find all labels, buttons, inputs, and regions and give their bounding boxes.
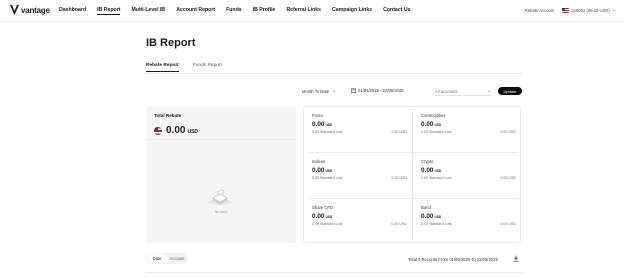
product-subline: 0.00 Standard Lots 0.00 USD bbox=[312, 130, 407, 134]
product-lots: 0.00 Standard Lots bbox=[312, 130, 343, 134]
nav-item-referral-links[interactable]: Referral Links bbox=[286, 7, 321, 15]
product-amount-unit: USD bbox=[434, 169, 442, 173]
product-amount-unit: USD bbox=[434, 123, 442, 127]
total-rebate-value: 0.00 bbox=[166, 125, 186, 136]
product-card-commodities: Commodities 0.00 USD 0.00 Standard Lots … bbox=[413, 107, 521, 152]
product-amount-value: 0.00 bbox=[312, 167, 325, 174]
chevron-down-icon: ⌄ bbox=[486, 88, 491, 94]
nav-item-funds[interactable]: Funds bbox=[226, 7, 242, 15]
product-subline: 0.00 Standard Lots 0.00 USD bbox=[312, 222, 407, 226]
product-usd: 0.00 USD bbox=[500, 176, 516, 180]
product-subline: 0.00 Standard Lots 0.00 USD bbox=[421, 176, 516, 180]
nav-item-campaign-links[interactable]: Campaign Links bbox=[332, 7, 372, 15]
product-name: Indices bbox=[312, 159, 326, 164]
tab-rebate-report[interactable]: Rebate Report bbox=[146, 63, 179, 72]
product-amount: 0.00 USD bbox=[421, 167, 521, 174]
us-flag-icon bbox=[154, 126, 162, 135]
product-card-indices: Indices 0.00 USD 0.00 Standard Lots 0.00… bbox=[304, 153, 412, 198]
product-card-share-cfd: Share CFD 0.00 USD 0.00 Standard Lots 0.… bbox=[304, 199, 412, 244]
panel-divider bbox=[146, 139, 296, 140]
total-rebate-panel: Total Rebate 0.00 USD No data bbox=[146, 106, 296, 243]
product-name: Bond bbox=[421, 205, 431, 210]
toggle-date[interactable]: Date bbox=[147, 254, 167, 263]
product-usd: 0.00 USD bbox=[500, 130, 516, 134]
vantage-logo-icon bbox=[10, 5, 19, 15]
no-data-icon bbox=[209, 189, 231, 205]
nav-item-account-report[interactable]: Account Report bbox=[176, 7, 215, 15]
product-lots: 0.00 Standard Lots bbox=[421, 130, 452, 134]
total-rebate-currency: USD bbox=[187, 129, 199, 135]
date-range-value: 01/05/2025 - 22/05/2025 bbox=[358, 88, 404, 93]
accounts-select[interactable]: All accounts ⌄ bbox=[435, 88, 491, 96]
nav-item-contact-us[interactable]: Contact Us bbox=[383, 7, 410, 15]
product-name: Forex bbox=[312, 113, 323, 118]
product-usd: 0.00 USD bbox=[391, 222, 407, 226]
product-amount-unit: USD bbox=[325, 123, 333, 127]
product-amount-value: 0.00 bbox=[421, 213, 434, 220]
product-subline: 0.00 Standard Lots 0.00 USD bbox=[421, 130, 516, 134]
toggle-account[interactable]: Account bbox=[167, 254, 187, 263]
product-subline: 0.00 Standard Lots 0.00 USD bbox=[421, 222, 516, 226]
page-title: IB Report bbox=[146, 37, 196, 49]
accounts-placeholder: All accounts bbox=[435, 88, 458, 94]
nav-item-multi-level-ib[interactable]: Multi-Level IB bbox=[131, 7, 165, 15]
product-amount: 0.00 USD bbox=[312, 213, 412, 220]
product-amount-value: 0.00 bbox=[312, 121, 325, 128]
records-summary: Total 0 Records From 01/05/2025 To 22/05… bbox=[408, 257, 498, 262]
product-amount-value: 0.00 bbox=[312, 213, 325, 220]
rebate-account-value: 216002 (69.10 USD) bbox=[571, 7, 610, 13]
update-button[interactable]: Update bbox=[498, 87, 522, 95]
product-amount-value: 0.00 bbox=[421, 167, 434, 174]
product-lots: 0.00 Standard Lots bbox=[421, 222, 452, 226]
product-card-forex: Forex 0.00 USD 0.00 Standard Lots 0.00 U… bbox=[304, 107, 412, 152]
tab-funds-report[interactable]: Funds Report bbox=[193, 63, 222, 72]
product-amount: 0.00 USD bbox=[312, 121, 412, 128]
product-usd: 0.00 USD bbox=[500, 222, 516, 226]
nav-item-dashboard[interactable]: Dashboard bbox=[59, 7, 86, 15]
logo-text: vantage bbox=[21, 5, 50, 15]
table-divider bbox=[146, 272, 522, 273]
product-name: Share CFD bbox=[312, 205, 333, 210]
date-range-picker[interactable]: 01/05/2025 - 22/05/2025 bbox=[351, 88, 404, 93]
chevron-down-icon: ⌄ bbox=[611, 7, 616, 13]
period-value: Month To Date bbox=[302, 88, 330, 94]
group-by-toggle: Date Account bbox=[146, 253, 188, 264]
product-amount: 0.00 USD bbox=[312, 167, 412, 174]
nav-item-ib-profile[interactable]: IB Profile bbox=[253, 7, 276, 15]
nav-item-ib-report[interactable]: IB Report bbox=[97, 7, 121, 15]
product-name: Commodities bbox=[421, 113, 446, 118]
total-rebate-label: Total Rebate bbox=[154, 113, 182, 118]
no-data-text: No data bbox=[214, 210, 228, 214]
product-card-bond: Bond 0.00 USD 0.00 Standard Lots 0.00 US… bbox=[413, 199, 521, 244]
product-amount: 0.00 USD bbox=[421, 121, 521, 128]
product-lots: 0.00 Standard Lots bbox=[312, 176, 343, 180]
top-navigation-bar: vantage Dashboard IB Report Multi-Level … bbox=[0, 0, 624, 22]
rebate-account-select[interactable]: 216002 (69.10 USD) ⌄ bbox=[562, 7, 616, 13]
product-amount-unit: USD bbox=[325, 169, 333, 173]
period-select[interactable]: Month To Date ⌄ bbox=[302, 88, 336, 94]
product-subline: 0.00 Standard Lots 0.00 USD bbox=[312, 176, 407, 180]
calendar-icon bbox=[351, 88, 356, 93]
product-amount-unit: USD bbox=[325, 215, 333, 219]
product-name: Crypto bbox=[421, 159, 434, 164]
total-rebate-amount: 0.00 USD bbox=[154, 125, 198, 136]
product-amount: 0.00 USD bbox=[421, 213, 521, 220]
product-amount-value: 0.00 bbox=[421, 121, 434, 128]
product-usd: 0.00 USD bbox=[391, 130, 407, 134]
product-card-crypto: Crypto 0.00 USD 0.00 Standard Lots 0.00 … bbox=[413, 153, 521, 198]
product-amount-unit: USD bbox=[434, 215, 442, 219]
report-tabs: Rebate Report Funds Report bbox=[146, 63, 236, 72]
tabs-divider bbox=[146, 73, 522, 74]
main-nav: Dashboard IB Report Multi-Level IB Accou… bbox=[59, 7, 422, 15]
product-lots: 0.00 Standard Lots bbox=[312, 222, 343, 226]
product-lots: 0.00 Standard Lots bbox=[421, 176, 452, 180]
us-flag-icon bbox=[562, 7, 570, 13]
download-icon[interactable] bbox=[513, 255, 519, 262]
product-usd: 0.00 USD bbox=[391, 176, 407, 180]
chevron-down-icon: ⌄ bbox=[332, 88, 337, 94]
vantage-logo[interactable]: vantage bbox=[10, 5, 50, 15]
header-right: Rebate Account 216002 (69.10 USD) ⌄ bbox=[525, 7, 616, 13]
rebate-account-label: Rebate Account bbox=[524, 7, 555, 13]
product-breakdown-grid: Forex 0.00 USD 0.00 Standard Lots 0.00 U… bbox=[303, 106, 521, 243]
